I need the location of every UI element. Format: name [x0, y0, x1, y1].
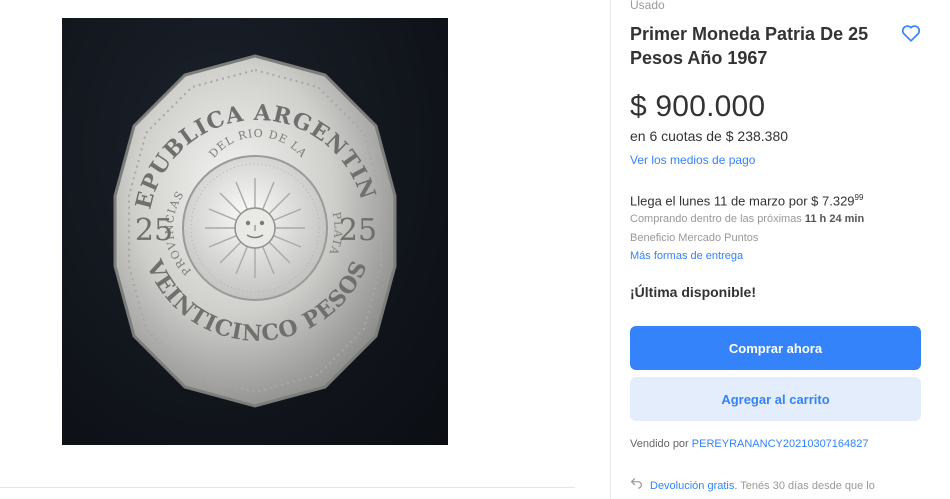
delivery-arrival: Llega el lunes 11 de marzo por $ 7.32999: [630, 193, 863, 208]
return-arrow-icon: [630, 476, 644, 492]
coin-value-left: 25: [135, 213, 173, 248]
delivery-price: $ 7.329: [811, 193, 855, 209]
installments-text: en 6 cuotas de $ 238.380: [630, 128, 789, 144]
product-price: $ 900.000: [630, 90, 766, 123]
product-gallery: REPUBLICA ARGENTINA VEINTICINCO PESOS DE…: [0, 0, 600, 499]
seller-prefix: Vendido por: [630, 438, 692, 450]
product-title: Primer Moneda Patria De 25 Pesos Año 196…: [630, 24, 869, 68]
product-photo[interactable]: REPUBLICA ARGENTINA VEINTICINCO PESOS DE…: [62, 18, 448, 445]
delivery-countdown-prefix: Comprando dentro de las próximas: [630, 213, 805, 225]
delivery-countdown-time: 11 h 24 min: [804, 213, 865, 225]
add-to-cart-button[interactable]: Agregar al carrito: [630, 377, 921, 421]
gallery-divider: [0, 487, 575, 488]
more-delivery-options-link[interactable]: Más formas de entrega: [630, 250, 743, 262]
mercado-points-text: Beneficio Mercado Puntos: [630, 232, 759, 244]
buy-now-button[interactable]: Comprar ahora: [630, 326, 921, 370]
delivery-price-cents: 99: [854, 193, 864, 202]
stock-note: ¡Última disponible!: [630, 284, 756, 300]
heart-outline-icon[interactable]: [900, 22, 922, 44]
free-return-link[interactable]: Devolución gratis.: [650, 480, 737, 492]
seller-link[interactable]: PEREYRANANCY20210307164827: [692, 438, 869, 450]
purchase-panel: Usado Primer Moneda Patria De 25 Pesos A…: [611, 0, 950, 499]
returns-info: Devolución gratis. Tenés 30 días desde q…: [630, 476, 875, 492]
payment-methods-link[interactable]: Ver los medios de pago: [630, 153, 755, 167]
seller-info: Vendido por PEREYRANANCY20210307164827: [630, 438, 869, 450]
coin-value-right: 25: [339, 213, 377, 248]
delivery-arrival-prefix: Llega el lunes 11 de marzo por: [630, 193, 812, 209]
coin-image: REPUBLICA ARGENTINA VEINTICINCO PESOS DE…: [62, 18, 397, 408]
product-condition: Usado: [630, 0, 665, 12]
returns-text: Tenés 30 días desde que lo: [737, 480, 875, 492]
delivery-countdown: Comprando dentro de las próximas 11 h 24…: [630, 213, 864, 225]
